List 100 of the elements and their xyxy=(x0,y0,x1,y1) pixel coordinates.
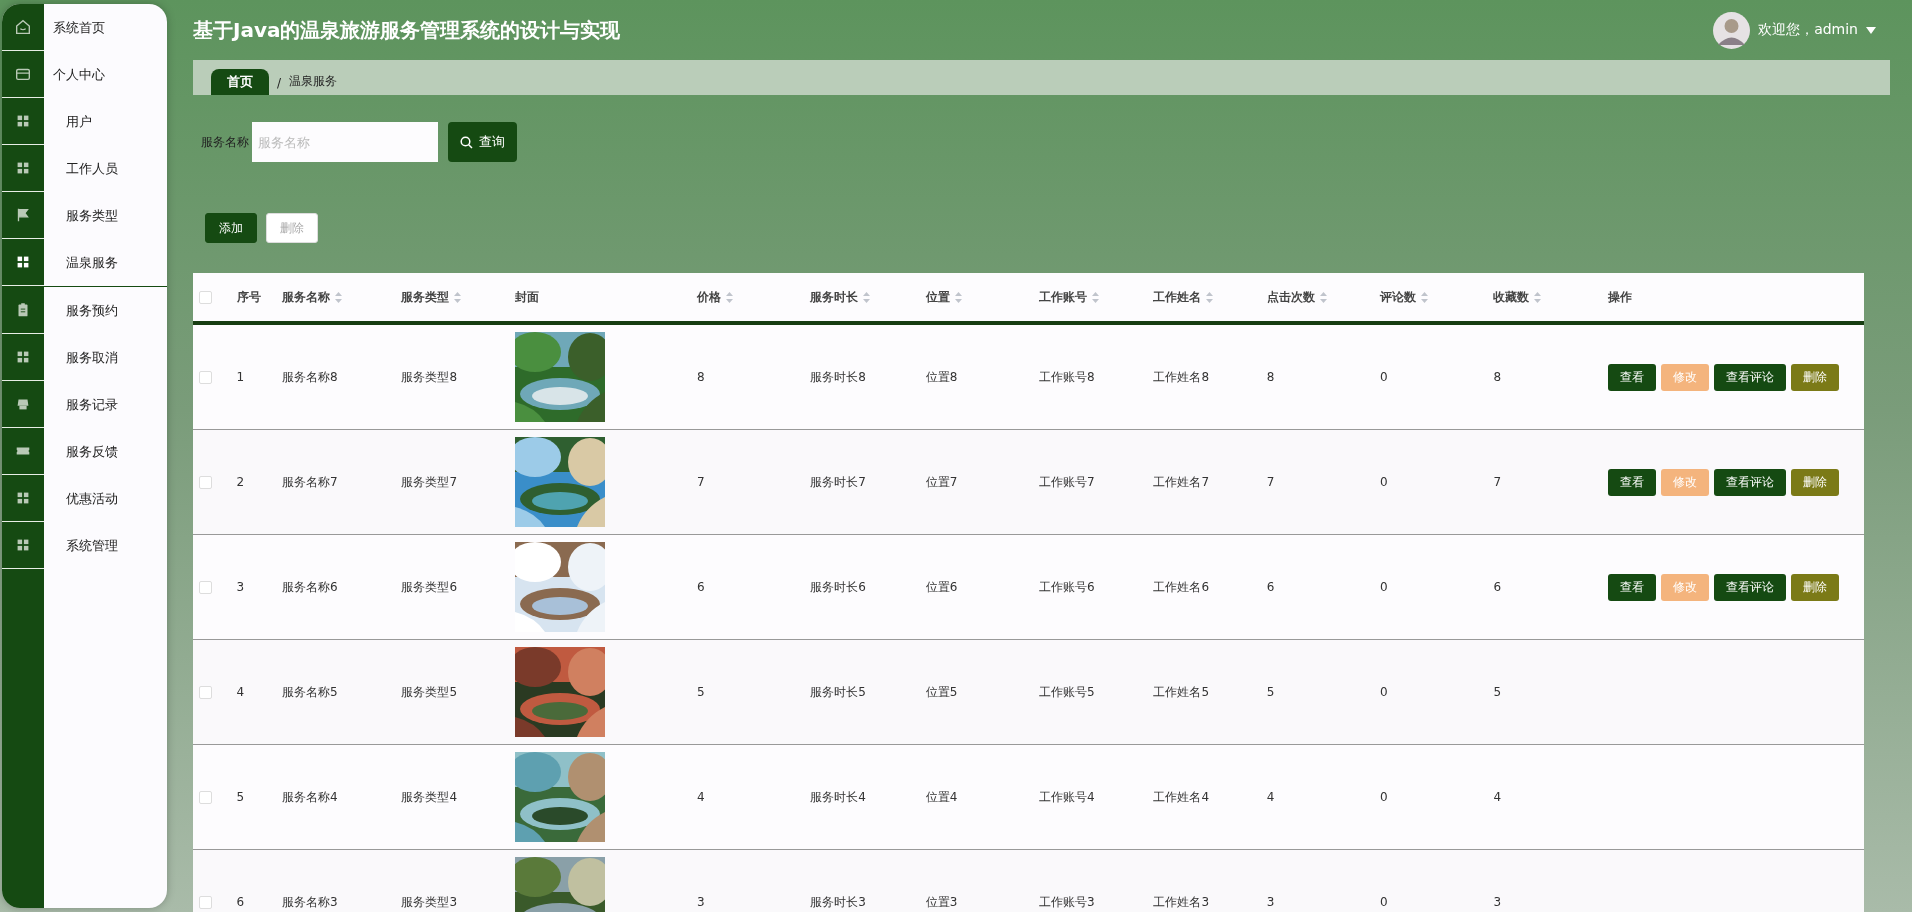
sort-icon[interactable] xyxy=(726,291,733,303)
table-cell: 位置8 xyxy=(925,369,958,384)
sort-icon[interactable] xyxy=(954,291,962,303)
row-checkbox[interactable] xyxy=(199,790,212,804)
table-cell: 工作账号3 xyxy=(1039,894,1095,909)
table-cell: 工作姓名5 xyxy=(1153,684,1210,699)
row-checkbox[interactable] xyxy=(199,370,212,384)
sort-icon[interactable] xyxy=(1421,291,1429,303)
table-cell: 工作账号5 xyxy=(1039,684,1095,699)
sort-icon[interactable] xyxy=(454,291,462,303)
column-header[interactable]: 工作姓名 xyxy=(1153,288,1214,306)
avatar-icon xyxy=(1713,11,1751,49)
table-cell: 服务时长8 xyxy=(810,369,866,384)
row-checkbox[interactable] xyxy=(199,895,212,909)
table-cell: 服务类型7 xyxy=(401,474,458,489)
row-action-button[interactable]: 查看评论 xyxy=(1713,468,1786,496)
column-header[interactable]: 收藏数 xyxy=(1493,288,1542,306)
table-cell: 7 xyxy=(697,475,705,489)
user-menu[interactable]: 欢迎您，admin xyxy=(1758,21,1858,39)
table-cell: 4 xyxy=(1266,790,1275,804)
sidebar-item[interactable]: 服务反馈 xyxy=(2,428,167,475)
row-checkbox[interactable] xyxy=(199,685,212,699)
search-button[interactable]: 查询 xyxy=(448,122,517,162)
row-action-button[interactable]: 查看评论 xyxy=(1713,363,1786,391)
column-header[interactable]: 操作 xyxy=(1607,288,1632,306)
sidebar-item[interactable]: 优惠活动 xyxy=(2,475,167,522)
sidebar-item[interactable]: 温泉服务 xyxy=(2,239,167,287)
sidebar-item[interactable]: 系统首页 xyxy=(2,4,167,51)
column-header[interactable]: 序号 xyxy=(236,288,261,306)
row-action-button[interactable]: 删除 xyxy=(1790,573,1839,601)
column-header[interactable]: 服务时长 xyxy=(810,288,871,306)
table-cell: 工作姓名7 xyxy=(1153,474,1210,489)
table-cell: 工作账号6 xyxy=(1039,579,1095,594)
sidebar-item[interactable]: 服务预约 xyxy=(2,287,167,334)
row-action-button[interactable]: 查看 xyxy=(1607,573,1656,601)
sidebar-item[interactable]: 个人中心 xyxy=(2,51,167,98)
table-cell: 2 xyxy=(236,475,245,489)
table-cell: 位置6 xyxy=(925,579,958,594)
table-cell: 0 xyxy=(1380,685,1388,699)
sidebar-item[interactable]: 服务取消 xyxy=(2,334,167,381)
column-header[interactable]: 价格 xyxy=(697,288,733,306)
sort-icon[interactable] xyxy=(1319,291,1327,303)
sort-icon[interactable] xyxy=(863,291,871,303)
column-header[interactable]: 点击次数 xyxy=(1266,288,1327,306)
table-cell: 工作账号7 xyxy=(1039,474,1095,489)
table-cell: 6 xyxy=(697,580,705,594)
sort-icon[interactable] xyxy=(1534,291,1542,303)
sidebar-item[interactable]: 工作人员 xyxy=(2,145,167,192)
table-cell: 6 xyxy=(1266,580,1275,594)
table-cell: 5 xyxy=(1266,685,1275,699)
sort-icon[interactable] xyxy=(335,291,343,303)
table-cell: 服务名称8 xyxy=(282,369,338,384)
column-header[interactable]: 工作账号 xyxy=(1039,288,1100,306)
table-cell: 0 xyxy=(1380,580,1388,594)
page-title: 基于Java的温泉旅游服务管理系统的设计与实现 xyxy=(193,16,621,44)
breadcrumb-current: 温泉服务 xyxy=(289,73,338,90)
breadcrumb-separator: / xyxy=(277,76,282,92)
table-cell: 服务名称3 xyxy=(282,894,338,909)
row-action-button[interactable]: 查看 xyxy=(1607,363,1656,391)
table-cell: 服务类型4 xyxy=(401,789,458,804)
caret-icon[interactable] xyxy=(1866,26,1876,34)
table-cell: 0 xyxy=(1380,895,1388,909)
table-cell: 位置3 xyxy=(925,894,958,909)
sort-icon[interactable] xyxy=(1092,291,1100,303)
table-cell: 3 xyxy=(1493,895,1502,909)
table-cell: 5 xyxy=(236,790,245,804)
table-cell: 服务类型6 xyxy=(401,579,458,594)
table-cell: 服务时长5 xyxy=(810,684,866,699)
table-cell: 位置5 xyxy=(925,684,958,699)
sidebar-item[interactable]: 服务记录 xyxy=(2,381,167,428)
column-header[interactable]: 位置 xyxy=(925,288,962,306)
sort-icon[interactable] xyxy=(1206,291,1214,303)
table-cell: 6 xyxy=(236,895,245,909)
table-cell: 5 xyxy=(697,685,705,699)
sidebar-item[interactable]: 用户 xyxy=(2,98,167,145)
row-checkbox[interactable] xyxy=(199,580,212,594)
row-action-button[interactable]: 查看 xyxy=(1607,468,1656,496)
table-cell: 工作姓名3 xyxy=(1153,894,1210,909)
table-cell: 服务时长3 xyxy=(810,894,866,909)
breadcrumb-home[interactable]: 首页 xyxy=(211,69,269,95)
row-action-button[interactable]: 查看评论 xyxy=(1713,573,1786,601)
home-icon xyxy=(14,18,32,36)
table-cell: 4 xyxy=(236,685,245,699)
table-cell: 工作账号8 xyxy=(1039,369,1095,384)
header-checkbox[interactable] xyxy=(199,290,212,304)
row-action-button[interactable]: 删除 xyxy=(1790,363,1839,391)
column-header[interactable]: 服务名称 xyxy=(282,288,343,306)
row-action-button[interactable]: 删除 xyxy=(1790,468,1839,496)
sidebar-item[interactable]: 系统管理 xyxy=(2,522,167,569)
search-field[interactable]: 服务名称 xyxy=(252,122,438,162)
column-header[interactable]: 封面 xyxy=(514,288,539,306)
table-cell: 服务类型3 xyxy=(401,894,458,909)
toolbar-button[interactable]: 添加 xyxy=(205,213,257,243)
column-header[interactable]: 服务类型 xyxy=(401,288,462,306)
column-header[interactable]: 评论数 xyxy=(1380,288,1429,306)
row-checkbox[interactable] xyxy=(199,475,212,489)
table-cell: 3 xyxy=(236,580,245,594)
search-label: 服务名称 xyxy=(201,133,249,151)
table-cell: 服务名称5 xyxy=(282,684,338,699)
sidebar-item[interactable]: 服务类型 xyxy=(2,192,167,239)
